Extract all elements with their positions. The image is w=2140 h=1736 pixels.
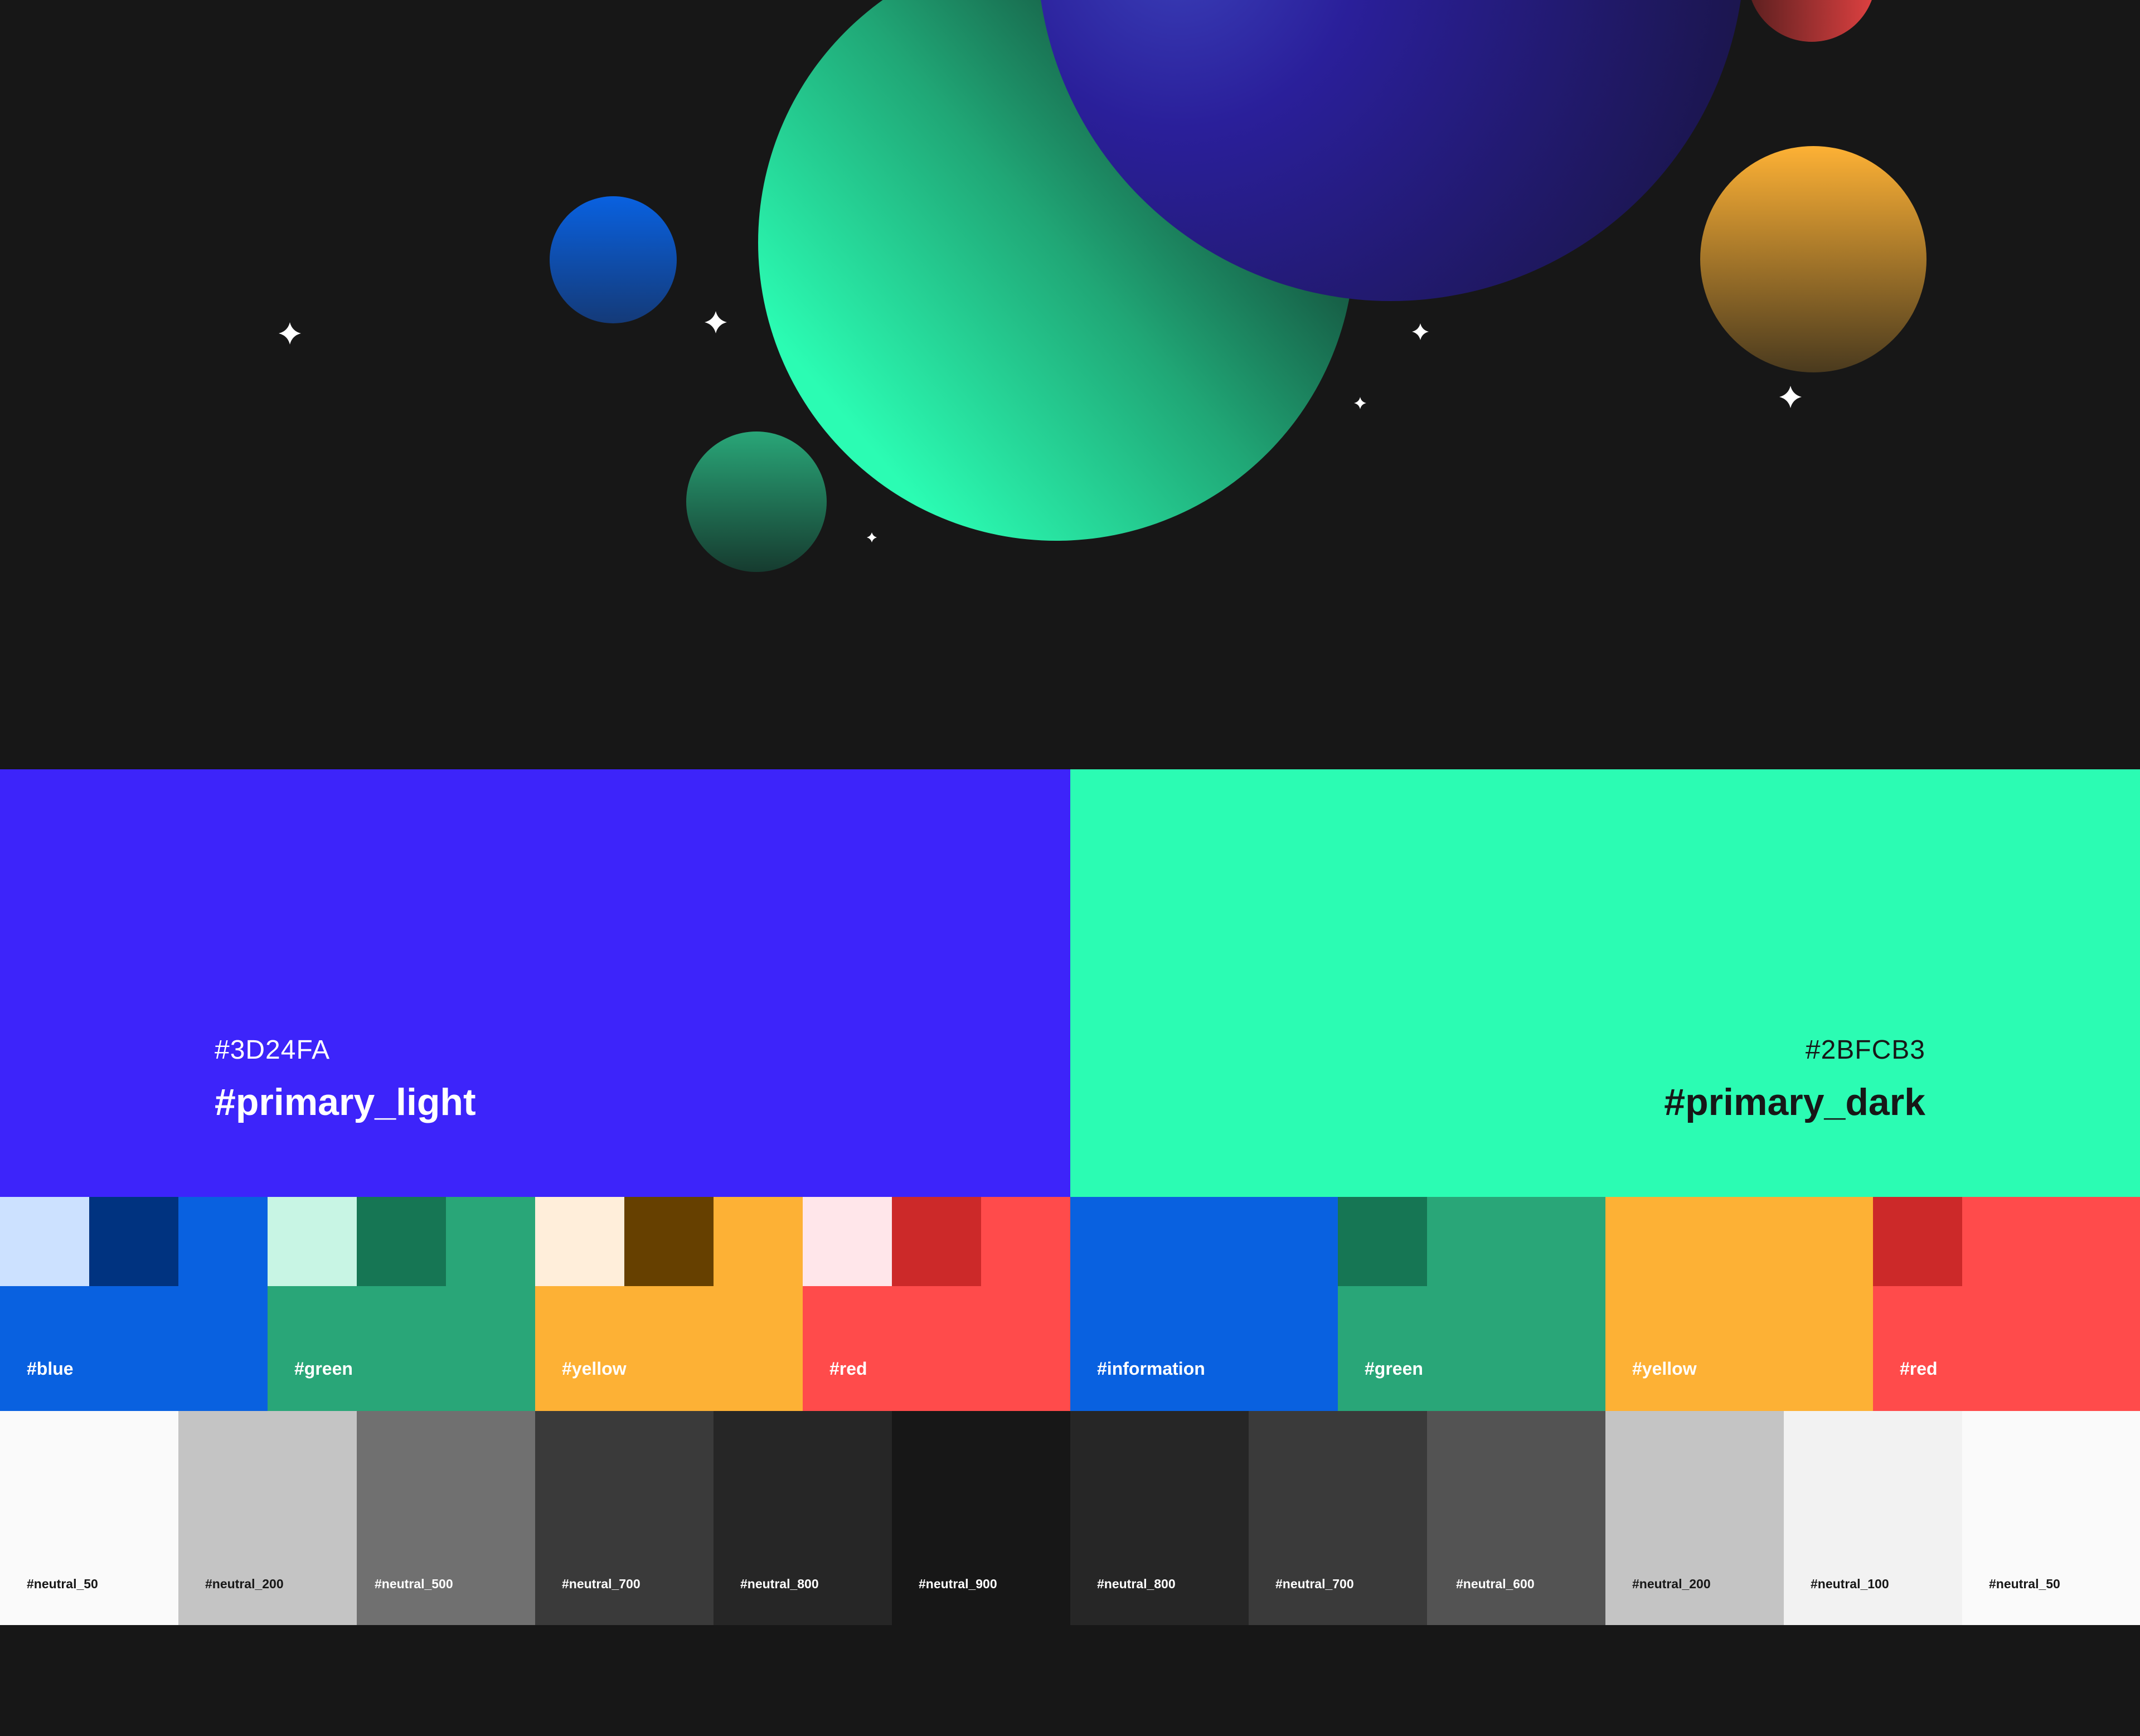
star-icon [1354, 397, 1366, 409]
neutral-label: #neutral_500 [375, 1577, 453, 1591]
red-shade-swatch [892, 1197, 981, 1286]
color-group-label: #red [1900, 1359, 1938, 1379]
color-group-red: #red [803, 1197, 1070, 1411]
color-group-label: #yellow [1632, 1359, 1697, 1379]
neutral-swatch: #neutral_50 [1962, 1411, 2140, 1625]
neutral-label: #neutral_100 [1811, 1577, 1889, 1591]
neutral-swatch: #neutral_50 [0, 1411, 178, 1625]
color-group-blue: #blue [0, 1197, 268, 1411]
planets-illustration [0, 0, 2140, 769]
green-shade-swatch [357, 1197, 446, 1286]
yellow-tint-swatch [535, 1197, 624, 1286]
neutral-swatch: #neutral_700 [1249, 1411, 1427, 1625]
red-planet [1751, 0, 1872, 42]
primary-light-panel: #3D24FA #primary_light [0, 769, 1070, 1197]
green-tint-swatch [268, 1197, 357, 1286]
small-green-planet [686, 431, 827, 572]
primary-light-name: #primary_light [215, 1081, 476, 1123]
neutral-label: #neutral_900 [919, 1577, 997, 1591]
yellow-shade-swatch [624, 1197, 714, 1286]
color-group-information: #information [1070, 1197, 1338, 1411]
blue-shade-swatch [89, 1197, 178, 1286]
neutral-swatch: #neutral_500 [357, 1411, 535, 1625]
color-group-green: #green [268, 1197, 535, 1411]
neutral-label: #neutral_600 [1456, 1577, 1535, 1591]
neutral-swatch: #neutral_700 [535, 1411, 714, 1625]
primary-dark-name: #primary_dark [1664, 1081, 1925, 1123]
primary-light-hex: #3D24FA [215, 1035, 331, 1065]
red-shade-swatch [1873, 1197, 1962, 1286]
star-icon [705, 311, 727, 333]
neutral-label: #neutral_700 [562, 1577, 640, 1591]
neutral-label: #neutral_800 [740, 1577, 819, 1591]
color-group-yellow-dark: #yellow [1605, 1197, 1873, 1411]
neutral-swatch: #neutral_800 [1070, 1411, 1249, 1625]
neutral-swatch: #neutral_600 [1427, 1411, 1605, 1625]
color-group-label: #yellow [562, 1359, 627, 1379]
neutral-label: #neutral_200 [205, 1577, 284, 1591]
color-group-label: #green [294, 1359, 353, 1379]
neutral-swatch: #neutral_800 [714, 1411, 892, 1625]
planets-artwork [279, 0, 1927, 572]
small-blue-planet [550, 196, 677, 323]
neutral-swatch: #neutral_200 [178, 1411, 357, 1625]
neutral-swatch: #neutral_900 [892, 1411, 1070, 1625]
neutral-label: #neutral_50 [1989, 1577, 2060, 1591]
neutral-swatch: #neutral_200 [1605, 1411, 1784, 1625]
neutral-swatch: #neutral_100 [1784, 1411, 1962, 1625]
neutral-label: #neutral_50 [27, 1577, 98, 1591]
star-icon [279, 322, 301, 345]
color-group-yellow: #yellow [535, 1197, 803, 1411]
star-icon [867, 532, 877, 542]
primary-dark-panel: #2BFCB3 #primary_dark [1070, 769, 2140, 1197]
neutral-label: #neutral_800 [1097, 1577, 1176, 1591]
color-group-green-dark: #green [1338, 1197, 1605, 1411]
yellow-planet [1700, 146, 1927, 372]
color-group-label: #blue [27, 1359, 74, 1379]
color-group-label: #green [1365, 1359, 1423, 1379]
star-icon [1779, 386, 1802, 408]
neutral-label: #neutral_700 [1275, 1577, 1354, 1591]
blue-tint-swatch [0, 1197, 89, 1286]
color-group-label: #red [829, 1359, 867, 1379]
star-icon [1412, 323, 1429, 340]
color-group-label: #information [1097, 1359, 1205, 1379]
green-shade-swatch [1338, 1197, 1427, 1286]
neutral-label: #neutral_200 [1632, 1577, 1711, 1591]
primary-dark-hex: #2BFCB3 [1805, 1035, 1925, 1065]
red-tint-swatch [803, 1197, 892, 1286]
color-group-red-dark: #red [1873, 1197, 2140, 1411]
